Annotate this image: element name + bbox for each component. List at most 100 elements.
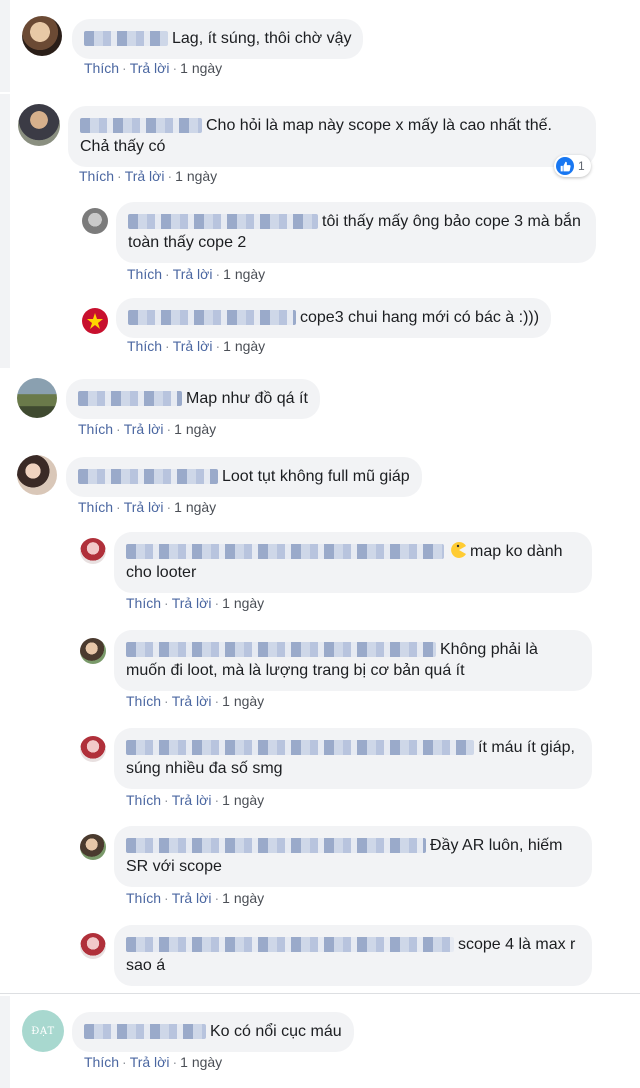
reply-link[interactable]: Trả lời [124,421,164,437]
like-link[interactable]: Thích [126,693,161,709]
reply: Không phải là muốn đi loot, mà là lượng … [0,628,640,718]
comment-timestamp[interactable]: 1 ngày [174,499,216,515]
comment-text: Ko có nổi cục máu [210,1023,342,1040]
avatar[interactable] [17,378,57,418]
like-link[interactable]: Thích [78,499,113,515]
comment-actions: Thích · Trả lời · 1 ngày [84,60,223,76]
comment-bubble: Lag, ít súng, thôi chờ vậy [72,19,364,59]
comment: ĐẠT Ko có nổi cục máu Thích · Trả lời · 1 ng… [0,996,640,1088]
avatar[interactable] [22,16,62,56]
reply-link[interactable]: Trả lời [172,595,212,611]
comment-timestamp[interactable]: 1 ngày [180,1054,222,1070]
like-link[interactable]: Thích [126,595,161,611]
commenter-name-blurred[interactable] [126,937,454,952]
reply-link[interactable]: Trả lời [173,338,213,354]
reply: ít máu ít giáp, súng nhiều đa số smg Thí… [0,726,640,816]
commenter-name-blurred[interactable] [84,1024,206,1039]
commenter-name-blurred[interactable] [126,642,436,657]
comment: Map như đồ qá ít Thích · Trả lời · 1 ngày [0,369,640,447]
reply-bubble: scope 4 là max r sao á [114,925,592,986]
reply-link[interactable]: Trả lời [130,1054,170,1070]
like-link[interactable]: Thích [84,60,119,76]
comment-actions: Thích · Trả lời · 1 ngày [78,499,217,515]
reply-timestamp[interactable]: 1 ngày [222,693,264,709]
reply: scope 4 là max r sao á [0,922,640,993]
reply-timestamp[interactable]: 1 ngày [222,595,264,611]
reply-timestamp[interactable]: 1 ngày [222,890,264,906]
reply-actions: Thích · Trả lời · 1 ngày [126,792,265,808]
reaction-badge[interactable]: 1 [554,155,591,177]
commenter-name-blurred[interactable] [128,310,296,325]
reply-link[interactable]: Trả lời [130,60,170,76]
comment-actions: Thích · Trả lời · 1 ngày [84,1054,223,1070]
panel-divider [0,993,640,994]
commenter-name-blurred[interactable] [78,469,218,484]
commenter-name-blurred[interactable] [128,214,318,229]
reply-actions: Thích · Trả lời · 1 ngày [126,595,265,611]
reply: cope3 chui hang mới có bác à :))) Thích ·… [0,296,614,366]
star-icon [87,313,103,329]
comment-actions: Thích · Trả lời · 1 ngày [79,168,218,184]
commenter-name-blurred[interactable] [126,740,474,755]
comment-actions: Thích · Trả lời · 1 ngày [78,421,217,437]
like-link[interactable]: Thích [126,792,161,808]
avatar[interactable]: ĐẠT [22,1010,64,1052]
pacman-emoji-icon [450,541,468,559]
like-link[interactable]: Thích [127,338,162,354]
comment-panel: Cho hỏi là map này scope x mấy là cao nh… [0,94,614,368]
commenter-name-blurred[interactable] [126,544,444,559]
comment-text: Loot tụt không full mũ giáp [222,468,410,485]
like-link[interactable]: Thích [126,890,161,906]
reply-link[interactable]: Trả lời [125,168,165,184]
reply-timestamp[interactable]: 1 ngày [223,338,265,354]
like-link[interactable]: Thích [84,1054,119,1070]
commenter-name-blurred[interactable] [84,31,168,46]
like-link[interactable]: Thích [79,168,114,184]
reaction-count: 1 [578,159,585,173]
reply-actions: Thích · Trả lời · 1 ngày [127,266,266,282]
comment-text: Lag, ít súng, thôi chờ vậy [172,30,352,47]
comment-panel: Lag, ít súng, thôi chờ vậy Thích · Trả lời… [0,0,640,92]
avatar[interactable] [80,638,106,664]
reply-actions: Thích · Trả lời · 1 ngày [126,890,265,906]
reply-bubble: Không phải là muốn đi loot, mà là lượng … [114,630,592,691]
reply-timestamp[interactable]: 1 ngày [222,792,264,808]
reply-bubble: cope3 chui hang mới có bác à :))) [116,298,552,338]
comment-text: Map như đồ qá ít [186,390,308,407]
avatar[interactable] [82,308,108,334]
reply: tôi thấy mấy ông bảo cope 3 mà bắn toàn … [0,198,614,282]
comment-bubble: Cho hỏi là map này scope x mấy là cao nh… [68,106,596,167]
reply: map ko dành cho looter Thích · Trả lời · 1 n… [0,530,640,620]
comment-panel: Map như đồ qá ít Thích · Trả lời · 1 ngày Lo… [0,369,640,993]
avatar[interactable] [80,538,106,564]
avatar-initials: ĐẠT [31,1025,55,1037]
comment-timestamp[interactable]: 1 ngày [175,168,217,184]
like-reaction-icon [556,157,574,175]
reply-link[interactable]: Trả lời [172,890,212,906]
comment-timestamp[interactable]: 1 ngày [180,60,222,76]
like-link[interactable]: Thích [78,421,113,437]
commenter-name-blurred[interactable] [80,118,202,133]
comment-timestamp[interactable]: 1 ngày [174,421,216,437]
reply-link[interactable]: Trả lời [172,792,212,808]
reply-timestamp[interactable]: 1 ngày [223,266,265,282]
avatar[interactable] [18,104,60,146]
comment: Cho hỏi là map này scope x mấy là cao nh… [0,94,614,192]
reply-actions: Thích · Trả lời · 1 ngày [126,693,265,709]
comment-bubble: Map như đồ qá ít [66,379,320,419]
reply-link[interactable]: Trả lời [173,266,213,282]
commenter-name-blurred[interactable] [126,838,426,853]
avatar[interactable] [80,736,106,762]
avatar[interactable] [17,455,57,495]
comment: Loot tụt không full mũ giáp Thích · Trả lờ… [0,447,640,525]
reply-link[interactable]: Trả lời [124,499,164,515]
commenter-name-blurred[interactable] [78,391,182,406]
like-link[interactable]: Thích [127,266,162,282]
avatar[interactable] [80,933,106,959]
reply-actions: Thích · Trả lời · 1 ngày [127,338,266,354]
reply-bubble: ít máu ít giáp, súng nhiều đa số smg [114,728,592,789]
reply-link[interactable]: Trả lời [172,693,212,709]
avatar[interactable] [82,208,108,234]
comment: Lag, ít súng, thôi chờ vậy Thích · Trả lời… [0,0,640,92]
avatar[interactable] [80,834,106,860]
